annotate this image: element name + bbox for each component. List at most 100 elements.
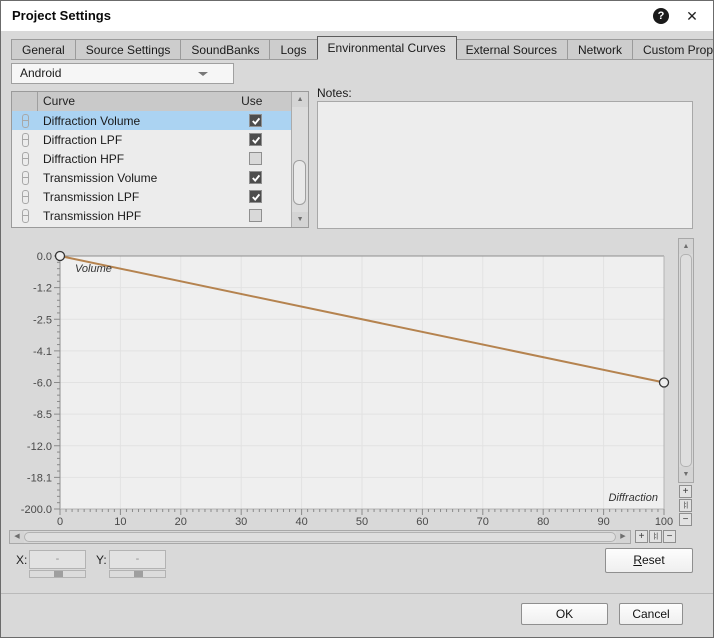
use-cell (241, 209, 291, 222)
curve-handle-icon (22, 114, 29, 128)
tab-environmental-curves[interactable]: Environmental Curves (317, 36, 457, 60)
zoom-out-button-horizontal[interactable]: − (663, 530, 676, 543)
svg-text:-6.0: -6.0 (33, 378, 52, 390)
series-label: Volume (75, 263, 112, 275)
table-row[interactable]: Transmission Volume (12, 168, 291, 187)
ok-button[interactable]: OK (521, 603, 608, 625)
tab-soundbanks[interactable]: SoundBanks (181, 39, 270, 60)
svg-text:-18.1: -18.1 (27, 472, 52, 484)
curve-point[interactable] (660, 378, 669, 387)
close-icon[interactable]: ✕ (683, 7, 701, 25)
use-cell (241, 133, 291, 146)
table-row[interactable]: Transmission HPF (12, 206, 291, 225)
table-row[interactable]: Transmission LPF (12, 187, 291, 206)
svg-text:100: 100 (655, 516, 673, 528)
tab-external-sources[interactable]: External Sources (456, 39, 568, 60)
curve-name: Diffraction Volume (38, 114, 241, 128)
use-checkbox[interactable] (249, 209, 262, 222)
scroll-right-arrow-icon[interactable]: ▶ (616, 531, 630, 543)
zoom-reset-button[interactable]: |:| (679, 499, 692, 512)
scroll-up-arrow-icon[interactable]: ▲ (679, 239, 693, 254)
y-coordinate-slider (109, 570, 166, 578)
svg-text:-2.5: -2.5 (33, 314, 52, 326)
svg-text:-8.5: -8.5 (33, 409, 52, 421)
svg-text:10: 10 (114, 516, 126, 528)
svg-text:40: 40 (295, 516, 307, 528)
column-header-use[interactable]: Use (241, 92, 291, 111)
table-scrollbar[interactable]: ▲ ▼ (291, 92, 308, 227)
use-checkbox[interactable] (249, 114, 262, 127)
platform-dropdown-value: Android (20, 66, 61, 80)
table-row[interactable]: Diffraction Volume (12, 111, 291, 130)
graph-vertical-scrollbar[interactable]: ▲ ▼ (678, 238, 694, 483)
table-row[interactable]: Diffraction HPF (12, 149, 291, 168)
chevron-down-icon (198, 72, 208, 76)
zoom-reset-button-horizontal[interactable]: |:| (649, 530, 662, 543)
tab-logs[interactable]: Logs (270, 39, 317, 60)
table-row[interactable]: Diffraction LPF (12, 130, 291, 149)
tab-general[interactable]: General (11, 39, 76, 60)
svg-text:20: 20 (175, 516, 187, 528)
scroll-up-arrow-icon[interactable]: ▲ (292, 92, 308, 107)
column-header-curve[interactable]: Curve (38, 92, 241, 111)
scrollbar-thumb[interactable] (293, 160, 306, 205)
cancel-button[interactable]: Cancel (619, 603, 683, 625)
svg-text:80: 80 (537, 516, 549, 528)
check-icon (251, 116, 261, 126)
row-icon-cell (12, 171, 38, 185)
scrollbar-thumb[interactable] (680, 254, 692, 467)
table-body: Diffraction Volume Diffraction LPF Diffrac… (12, 111, 291, 225)
slider-thumb (54, 571, 63, 577)
tab-custom-properties[interactable]: Custom Properties (633, 39, 714, 60)
use-checkbox[interactable] (249, 133, 262, 146)
y-coordinate-field: - (109, 550, 166, 569)
curve-handle-icon (22, 152, 29, 166)
curve-handle-icon (22, 190, 29, 204)
platform-dropdown[interactable]: Android (11, 63, 234, 84)
row-icon-cell (12, 152, 38, 166)
use-checkbox[interactable] (249, 152, 262, 165)
scroll-down-arrow-icon[interactable]: ▼ (679, 467, 693, 482)
check-icon (251, 173, 261, 183)
svg-text:30: 30 (235, 516, 247, 528)
svg-text:-200.0: -200.0 (21, 504, 52, 516)
title-bar: Project Settings ? ✕ (1, 1, 713, 31)
zoom-out-button[interactable]: − (679, 513, 692, 526)
svg-text:0.0: 0.0 (37, 251, 52, 263)
curve-handle-icon (22, 209, 29, 223)
curve-handle-icon (22, 133, 29, 147)
project-settings-dialog: Project Settings ? ✕ GeneralSource Setti… (0, 0, 714, 638)
svg-text:-12.0: -12.0 (27, 441, 52, 453)
help-icon[interactable]: ? (653, 8, 669, 24)
scroll-left-arrow-icon[interactable]: ◀ (10, 531, 24, 543)
notes-textarea[interactable] (317, 101, 693, 229)
curve-editor-canvas[interactable]: 01020304050607080901000.0-1.2-2.5-4.1-6.… (9, 239, 673, 533)
zoom-in-button-horizontal[interactable]: + (635, 530, 648, 543)
tab-source-settings[interactable]: Source Settings (76, 39, 182, 60)
notes-label: Notes: (317, 86, 352, 100)
zoom-in-button[interactable]: + (679, 485, 692, 498)
curve-editor[interactable]: 01020304050607080901000.0-1.2-2.5-4.1-6.… (9, 239, 673, 533)
curve-name: Transmission HPF (38, 209, 241, 223)
scrollbar-thumb[interactable] (24, 532, 616, 542)
graph-horizontal-scrollbar[interactable]: ◀ ▶ (9, 530, 631, 544)
svg-text:-4.1: -4.1 (33, 346, 52, 358)
x-coordinate-label: X: (16, 553, 27, 567)
use-cell (241, 152, 291, 165)
tab-network[interactable]: Network (568, 39, 633, 60)
reset-button[interactable]: Reset (605, 548, 693, 573)
curve-name: Transmission Volume (38, 171, 241, 185)
use-checkbox[interactable] (249, 190, 262, 203)
curve-table: Curve Use Diffraction VolumeDiffraction … (11, 91, 309, 228)
table-header: Curve Use (12, 92, 291, 111)
curve-name: Diffraction LPF (38, 133, 241, 147)
check-icon (251, 135, 261, 145)
curve-name: Transmission LPF (38, 190, 241, 204)
column-header-icon (12, 92, 38, 111)
curve-table-main: Curve Use Diffraction VolumeDiffraction … (12, 92, 291, 227)
scroll-down-arrow-icon[interactable]: ▼ (292, 212, 308, 227)
curve-point[interactable] (56, 252, 65, 261)
use-cell (241, 171, 291, 184)
x-axis-label: Diffraction (608, 492, 658, 504)
use-checkbox[interactable] (249, 171, 262, 184)
